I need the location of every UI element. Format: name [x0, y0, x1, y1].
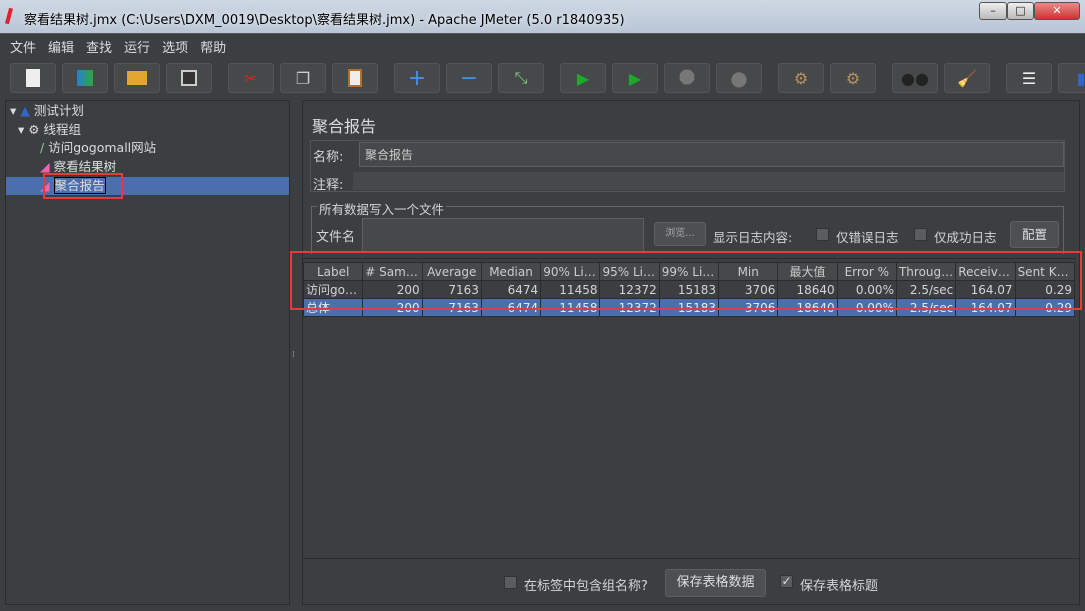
name-label: 名称:: [313, 150, 344, 165]
pipette-icon: /: [40, 140, 45, 155]
start-button[interactable]: ▶: [560, 63, 606, 93]
start-no-pause-button[interactable]: ▶: [612, 63, 658, 93]
tree-label: 测试计划: [33, 103, 84, 118]
errors-only-checkbox[interactable]: [816, 228, 829, 241]
comment-input[interactable]: [353, 172, 1064, 190]
highlight-box: [290, 251, 1082, 310]
menu-search[interactable]: 查找: [76, 34, 112, 56]
jmeter-icon: [4, 7, 14, 25]
menu-help[interactable]: 帮助: [190, 34, 226, 56]
help-icon: ▮: [1076, 68, 1085, 88]
clear-icon: ⚙: [793, 68, 809, 88]
stop-icon: ⯃: [679, 66, 695, 90]
file-section-title: 所有数据写入一个文件: [317, 199, 447, 218]
close-button[interactable]: ✕: [1034, 2, 1080, 20]
shutdown-button[interactable]: ●: [716, 63, 762, 93]
function-helper-icon: ☰: [1021, 68, 1037, 88]
save-header-label: 保存表格标题: [800, 579, 879, 594]
save-button[interactable]: [166, 63, 212, 93]
paste-icon: [348, 69, 362, 87]
open-button[interactable]: [114, 63, 160, 93]
reset-search-button[interactable]: 🧹: [944, 63, 990, 93]
gear-icon: ⚙: [28, 122, 40, 137]
tree-label: 线程组: [43, 122, 81, 137]
menu-file[interactable]: 文件: [0, 34, 36, 56]
maximize-button[interactable]: □: [1007, 2, 1034, 20]
save-icon: [181, 70, 197, 86]
divider: [303, 558, 1079, 559]
search-icon: ●●: [901, 68, 929, 88]
clear-button[interactable]: ⚙: [778, 63, 824, 93]
filename-label: 文件名: [316, 230, 356, 245]
expand-arrow-icon[interactable]: ▾: [10, 103, 16, 118]
browse-button[interactable]: 浏览...: [654, 222, 706, 246]
new-button[interactable]: [10, 63, 56, 93]
save-header-checkbox[interactable]: ✓: [780, 575, 793, 588]
tree-label: 察看结果树: [53, 159, 117, 174]
cut-icon: ✂: [244, 68, 258, 88]
window-title: 察看结果树.jmx (C:\Users\DXM_0019\Desktop\察看结…: [24, 13, 625, 28]
search-button[interactable]: ●●: [892, 63, 938, 93]
shutdown-icon: ●: [730, 66, 748, 90]
toolbar: ✂ ❐ + − ⤡ ▶ ▶ ⯃ ● ⚙ ⚙ ●● 🧹 ☰ ▮: [0, 56, 1085, 98]
expand-icon: +: [407, 65, 427, 91]
expand-button[interactable]: +: [394, 63, 440, 93]
success-only-checkbox[interactable]: [914, 228, 927, 241]
panel-title: 聚合报告: [312, 117, 377, 136]
save-table-data-button[interactable]: 保存表格数据: [665, 569, 766, 597]
stop-button[interactable]: ⯃: [664, 63, 710, 93]
flask-icon: ▲: [20, 103, 30, 118]
paste-button[interactable]: [332, 63, 378, 93]
tree-node-test-plan[interactable]: ▾ ▲ 测试计划: [10, 102, 84, 120]
log-content-label: 显示日志内容:: [713, 230, 793, 245]
menu-options[interactable]: 选项: [152, 34, 188, 56]
start-no-pause-icon: ▶: [628, 68, 642, 88]
include-group-label: 在标签中包含组名称?: [524, 579, 648, 594]
highlight-box: [43, 173, 123, 199]
reset-search-icon: 🧹: [957, 68, 977, 88]
templates-icon: [77, 70, 93, 86]
tree-node-http-sampler[interactable]: / 访问gogomall网站: [40, 139, 156, 157]
toggle-button[interactable]: ⤡: [498, 63, 544, 93]
menu-edit[interactable]: 编辑: [38, 34, 74, 56]
split-pane-divider[interactable]: ⁞: [292, 100, 300, 605]
success-only-label: 仅成功日志: [934, 230, 997, 245]
open-icon: [127, 71, 147, 85]
minimize-button[interactable]: –: [979, 2, 1007, 20]
include-group-checkbox[interactable]: [504, 576, 517, 589]
start-icon: ▶: [576, 68, 590, 88]
tree-label: 访问gogomall网站: [48, 140, 157, 155]
collapse-button[interactable]: −: [446, 63, 492, 93]
test-plan-tree: ▾ ▲ 测试计划 ▾ ⚙ 线程组 / 访问gogomall网站 ◢ 察看结果树 …: [5, 100, 290, 605]
new-icon: [26, 69, 40, 87]
title-bar: 察看结果树.jmx (C:\Users\DXM_0019\Desktop\察看结…: [0, 0, 1085, 33]
clear-all-icon: ⚙: [845, 68, 861, 88]
templates-button[interactable]: [62, 63, 108, 93]
errors-only-label: 仅错误日志: [836, 230, 899, 245]
copy-button[interactable]: ❐: [280, 63, 326, 93]
menu-bar: 文件 编辑 查找 运行 选项 帮助: [0, 33, 1085, 56]
clear-all-button[interactable]: ⚙: [830, 63, 876, 93]
copy-icon: ❐: [295, 68, 311, 88]
listener-icon: ◢: [40, 159, 50, 174]
help-button[interactable]: ▮: [1058, 63, 1085, 93]
expand-arrow-icon[interactable]: ▾: [18, 122, 24, 137]
filename-input[interactable]: [362, 218, 644, 252]
comment-label: 注释:: [313, 178, 344, 193]
name-input[interactable]: [359, 142, 1064, 167]
config-button[interactable]: 配置: [1010, 221, 1059, 248]
toggle-icon: ⤡: [514, 68, 528, 87]
cut-button[interactable]: ✂: [228, 63, 274, 93]
collapse-icon: −: [459, 65, 479, 91]
tree-node-thread-group[interactable]: ▾ ⚙ 线程组: [18, 121, 81, 139]
menu-run[interactable]: 运行: [114, 34, 150, 56]
function-helper-button[interactable]: ☰: [1006, 63, 1052, 93]
